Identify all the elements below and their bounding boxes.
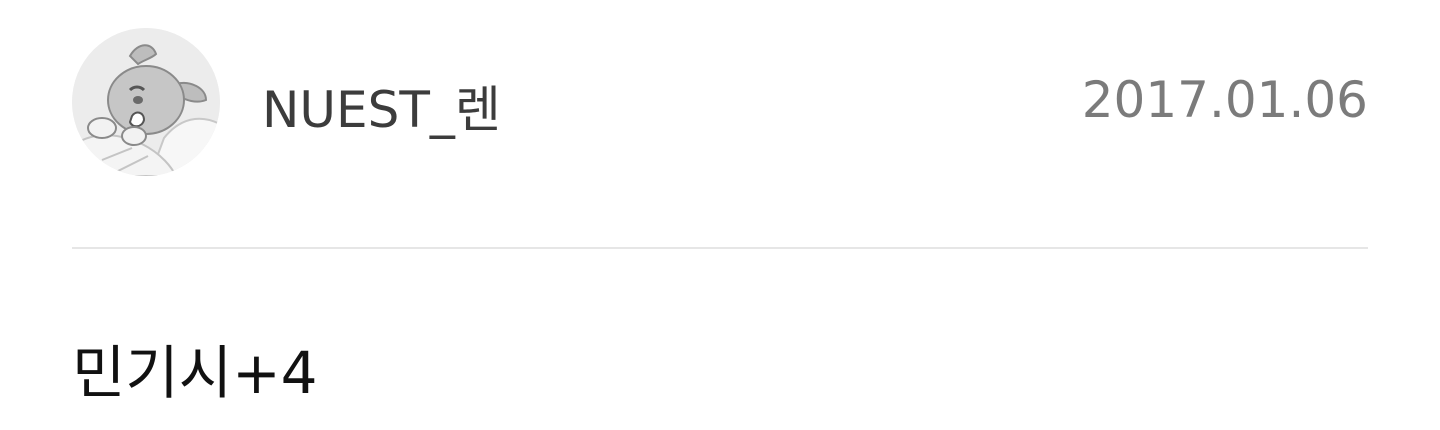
post-date: 2017.01.06 — [1081, 71, 1368, 129]
post-title: 민기시+4 — [72, 339, 318, 407]
avatar[interactable] — [72, 28, 220, 176]
author-row: NUEST_렌 2017.01.06 — [72, 28, 1368, 176]
post-card: NUEST_렌 2017.01.06 민기시+4 — [0, 0, 1440, 430]
sleeping-cat-avatar-icon — [72, 28, 220, 176]
author-name[interactable]: NUEST_렌 — [262, 80, 501, 140]
divider — [72, 247, 1368, 249]
